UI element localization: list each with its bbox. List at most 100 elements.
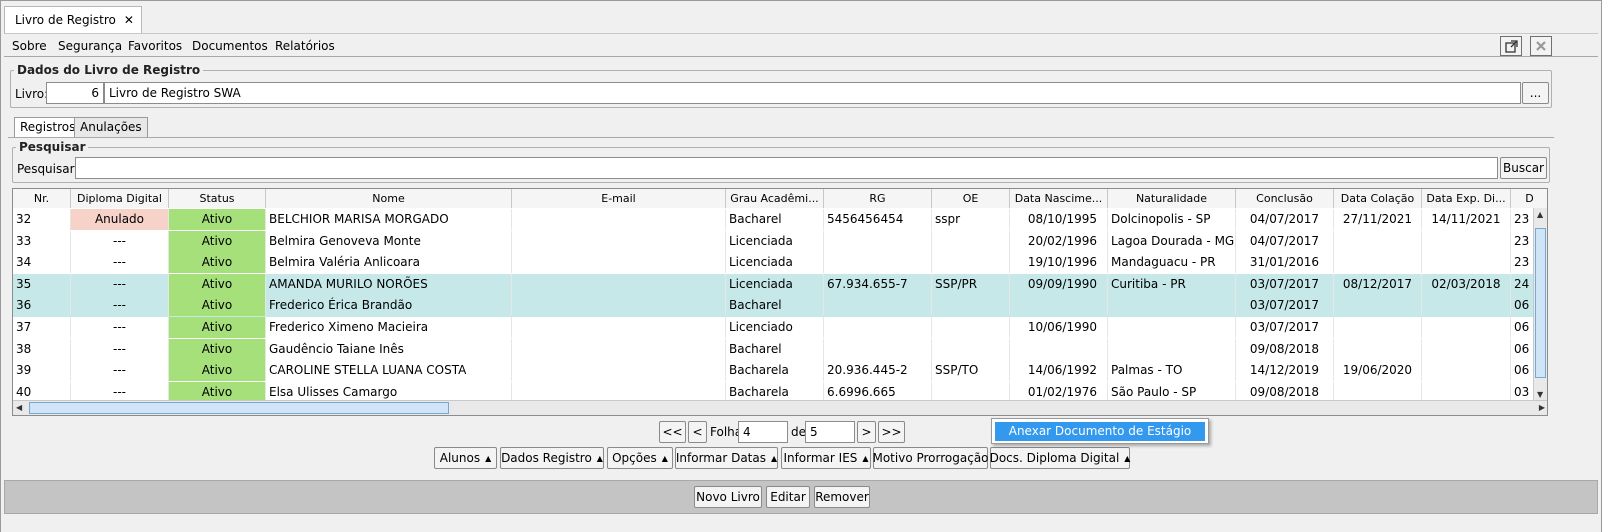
table-row[interactable]: 39 --- Ativo CAROLINE STELLA LUANA COSTA Bac… — [13, 360, 1535, 382]
horizontal-scrollbar[interactable]: ◀ ▶ — [13, 400, 1547, 415]
informar-ies-button[interactable]: Informar IES ▲ — [781, 447, 871, 469]
menu-seguranca[interactable]: Segurança — [58, 39, 122, 53]
docs-diploma-popup-menu: Anexar Documento de Estágio — [991, 418, 1209, 444]
col-data-colacao[interactable]: Data Colação — [1334, 189, 1422, 208]
cell-exp — [1422, 295, 1511, 317]
cell-colacao: 08/12/2017 — [1334, 273, 1422, 295]
cell-nat: Curitiba - PR — [1108, 273, 1236, 295]
cell-nat — [1108, 295, 1236, 317]
cell-grau: Bacharel — [726, 295, 824, 317]
tab-registros[interactable]: Registros — [14, 117, 82, 138]
informar-datas-button[interactable]: Informar Datas ▲ — [675, 447, 778, 469]
col-naturalidade[interactable]: Naturalidade — [1108, 189, 1236, 208]
cell-nr: 35 — [13, 273, 71, 295]
docs-diploma-digital-button[interactable]: Docs. Diploma Digital ▲ — [990, 447, 1130, 469]
prev-page-button[interactable]: < — [688, 421, 707, 443]
horizontal-scroll-thumb[interactable] — [29, 402, 449, 414]
vertical-scroll-thumb[interactable] — [1535, 228, 1546, 378]
editar-button[interactable]: Editar — [766, 486, 810, 508]
cell-rg — [824, 338, 932, 360]
last-page-button[interactable]: >> — [878, 421, 905, 443]
novo-livro-button[interactable]: Novo Livro — [694, 486, 762, 508]
opcoes-label: Opções — [612, 451, 657, 465]
cell-nome: Belmira Genoveva Monte — [266, 230, 512, 252]
livro-number-field[interactable]: 6 — [46, 82, 104, 104]
detach-window-icon[interactable] — [1500, 36, 1522, 56]
opcoes-button[interactable]: Opções ▲ — [607, 447, 673, 469]
scroll-up-icon[interactable]: ▲ — [1537, 210, 1543, 219]
col-data-exp[interactable]: Data Exp. Di... — [1422, 189, 1511, 208]
table-row[interactable]: 37 --- Ativo Frederico Ximeno Macieira Licen… — [13, 317, 1535, 339]
cell-colacao — [1334, 338, 1422, 360]
document-tab[interactable]: Livro de Registro ✕ — [4, 6, 142, 33]
col-diploma-digital[interactable]: Diploma Digital — [71, 189, 169, 208]
caret-up-icon: ▲ — [485, 453, 492, 463]
next-page-button[interactable]: > — [857, 421, 876, 443]
cell-nome: Gaudêncio Taiane Inês — [266, 338, 512, 360]
col-data-nascimento[interactable]: Data Nascime... — [1010, 189, 1108, 208]
cell-status: Ativo — [169, 230, 266, 252]
cell-grau: Bacharel — [726, 209, 824, 230]
table-row[interactable]: 33 --- Ativo Belmira Genoveva Monte Licencia… — [13, 230, 1535, 253]
cell-rg — [824, 317, 932, 338]
menu-bar: Sobre Segurança Favoritos Documentos Rel… — [4, 33, 1598, 57]
motivo-prorrogacao-button[interactable]: Motivo Prorrogação — [872, 447, 989, 469]
col-nome[interactable]: Nome — [266, 189, 512, 208]
cell-grau: Bacharel — [726, 338, 824, 360]
alunos-button[interactable]: Alunos ▲ — [434, 447, 497, 469]
informar-datas-label: Informar Datas — [675, 451, 766, 465]
tab-anulacoes[interactable]: Anulações — [74, 117, 148, 137]
scroll-down-icon[interactable]: ▼ — [1537, 390, 1543, 399]
menu-favoritos[interactable]: Favoritos — [128, 39, 182, 53]
table-row[interactable]: 32 Anulado Ativo BELCHIOR MARISA MORGADO Bac… — [13, 209, 1535, 231]
browse-livro-button[interactable]: ... — [1522, 82, 1549, 104]
table-row[interactable]: 38 --- Ativo Gaudêncio Taiane Inês Bacharel 0… — [13, 338, 1535, 361]
table-header: Nr. Diploma Digital Status Nome E-mail G… — [13, 189, 1547, 208]
col-email[interactable]: E-mail — [512, 189, 726, 208]
col-conclusao[interactable]: Conclusão — [1236, 189, 1334, 208]
cell-grau: Licenciada — [726, 252, 824, 274]
table-row[interactable]: 36 --- Ativo Frederico Érica Brandão Bachare… — [13, 295, 1535, 317]
col-oe[interactable]: OE — [932, 189, 1010, 208]
close-tab-icon[interactable]: ✕ — [124, 13, 134, 27]
col-status[interactable]: Status — [169, 189, 266, 208]
col-nr[interactable]: Nr. — [13, 189, 71, 208]
menu-relatorios[interactable]: Relatórios — [275, 39, 335, 53]
table-row[interactable]: 34 --- Ativo Belmira Valéria Anlicoara Licen… — [13, 252, 1535, 274]
cell-nome: BELCHIOR MARISA MORGADO — [266, 209, 512, 230]
cell-concl: 14/12/2019 — [1236, 360, 1334, 382]
cell-exp — [1422, 317, 1511, 338]
menu-documentos[interactable]: Documentos — [192, 39, 268, 53]
page-input[interactable]: 4 — [738, 421, 788, 443]
menu-sobre[interactable]: Sobre — [12, 39, 47, 53]
col-rg[interactable]: RG — [824, 189, 932, 208]
cell-nome: AMANDA MURILO NORÕES — [266, 273, 512, 295]
col-d[interactable]: D — [1511, 189, 1547, 208]
livro-name-field[interactable]: Livro de Registro SWA — [104, 82, 1521, 104]
cell-exp: 02/03/2018 — [1422, 273, 1511, 295]
table-row[interactable]: 35 --- Ativo AMANDA MURILO NORÕES Licenciada… — [13, 273, 1535, 296]
search-input[interactable] — [75, 157, 1498, 179]
cell-nome: Frederico Érica Brandão — [266, 295, 512, 317]
cell-exp — [1422, 252, 1511, 274]
cell-status: Ativo — [169, 317, 266, 338]
col-grau[interactable]: Grau Acadêmi... — [726, 189, 824, 208]
cell-nasc: 19/10/1996 — [1010, 252, 1108, 274]
search-label: Pesquisar: — [17, 162, 79, 176]
dados-registro-button[interactable]: Dados Registro ▲ — [500, 447, 604, 469]
close-window-icon[interactable] — [1530, 36, 1552, 56]
cell-exp — [1422, 338, 1511, 360]
cell-colacao — [1334, 252, 1422, 274]
search-button[interactable]: Buscar — [1500, 157, 1547, 179]
remover-button[interactable]: Remover — [814, 486, 870, 508]
caret-up-icon: ▲ — [596, 453, 603, 463]
cell-colacao — [1334, 295, 1422, 317]
scroll-left-icon[interactable]: ◀ — [16, 403, 22, 412]
cell-rg — [824, 230, 932, 252]
vertical-scrollbar[interactable]: ▲ ▼ — [1533, 208, 1547, 401]
first-page-button[interactable]: << — [659, 421, 686, 443]
cell-nasc: 10/06/1990 — [1010, 317, 1108, 338]
anexar-documento-estagio-item[interactable]: Anexar Documento de Estágio — [995, 422, 1205, 441]
scroll-right-icon[interactable]: ▶ — [1539, 403, 1545, 412]
caret-up-icon: ▲ — [771, 453, 778, 463]
